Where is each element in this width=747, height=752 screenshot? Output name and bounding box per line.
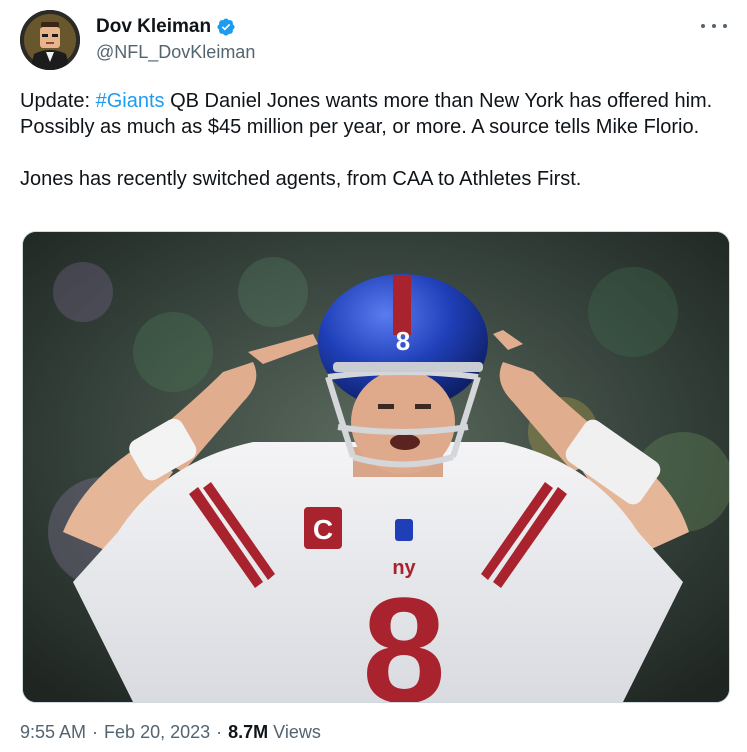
tweet-paragraph-1: Update: #Giants QB Daniel Jones wants mo… (20, 88, 720, 140)
author-name-row: Dov Kleiman (96, 16, 236, 38)
author-name[interactable]: Dov Kleiman (96, 16, 211, 38)
hashtag-link[interactable]: #Giants (96, 90, 165, 112)
tweet-header: Dov Kleiman @NFL_DovKleiman (20, 10, 731, 72)
tweet-text: Update: #Giants QB Daniel Jones wants mo… (20, 88, 720, 192)
tweet: Dov Kleiman @NFL_DovKleiman Update: #Gia… (0, 0, 747, 752)
tweet-date[interactable]: Feb 20, 2023 (104, 722, 210, 743)
meta-separator: · (92, 722, 99, 742)
tweet-paragraph-2: Jones has recently switched agents, from… (20, 168, 582, 190)
helmet-number: 8 (396, 326, 410, 356)
meta-separator: · (216, 722, 223, 742)
tweet-time[interactable]: 9:55 AM (20, 722, 86, 743)
author-handle[interactable]: @NFL_DovKleiman (96, 42, 255, 63)
verified-badge-icon (217, 18, 235, 36)
captain-patch-letter: C (313, 514, 333, 545)
tweet-text-prefix: Update: (20, 90, 96, 112)
avatar[interactable] (20, 10, 80, 70)
person-cartoon-avatar-icon (20, 10, 80, 70)
views-label: Views (273, 722, 321, 742)
tweet-photo[interactable]: C ny 8 8 (22, 231, 730, 703)
quarterback-photo: C ny 8 8 (23, 232, 729, 702)
more-options-icon[interactable] (701, 16, 727, 36)
jersey-number: 8 (362, 566, 445, 702)
tweet-meta: 9:55 AM · Feb 20, 2023 · 8.7M Views (20, 722, 321, 743)
views-count: 8.7M (228, 722, 269, 742)
